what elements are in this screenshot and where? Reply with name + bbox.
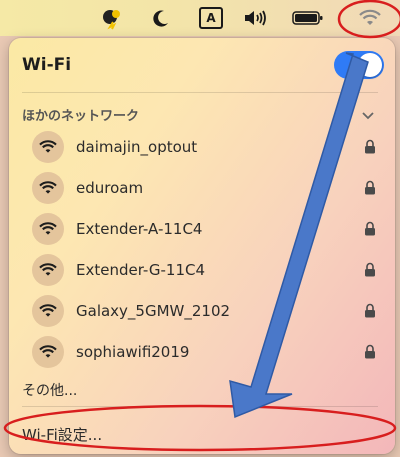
wifi-signal-icon [32,336,64,368]
wifi-signal-icon [32,254,64,286]
lock-icon [364,221,376,240]
input-source-icon[interactable]: A [198,6,224,30]
chevron-down-icon[interactable] [361,106,375,125]
wifi-icon[interactable] [356,6,384,30]
wifi-signal-icon [32,131,64,163]
section-title-other-networks: ほかのネットワーク [22,109,140,124]
wifi-settings-item[interactable]: Wi-Fi設定... [22,424,102,445]
network-item[interactable]: Extender-G-11C4 [16,253,386,287]
network-name: Extender-A-11C4 [76,220,203,238]
wifi-signal-icon [32,172,64,204]
moon-icon[interactable] [148,6,174,30]
network-name: sophiawifi2019 [76,343,190,361]
divider [22,92,378,93]
input-source-label: A [199,7,223,29]
network-item[interactable]: sophiawifi2019 [16,335,386,369]
lock-icon [364,262,376,281]
wifi-signal-icon [32,295,64,327]
network-item[interactable]: eduroam [16,171,386,205]
menu-bar: A [0,0,400,36]
network-name: daimajin_optout [76,138,198,156]
divider [22,406,378,407]
lock-icon [364,139,376,158]
toggle-knob [358,53,382,77]
network-name: Extender-G-11C4 [76,261,206,279]
panel-title: Wi-Fi [22,55,72,75]
network-item[interactable]: Extender-A-11C4 [16,212,386,246]
weather-icon[interactable] [98,6,126,30]
volume-icon[interactable] [242,6,272,30]
wifi-toggle[interactable] [334,51,384,79]
other-networks-item[interactable]: その他... [22,380,77,400]
network-item[interactable]: Galaxy_5GMW_2102 [16,294,386,328]
battery-icon[interactable] [290,6,326,30]
network-item[interactable]: daimajin_optout [16,130,386,164]
lock-icon [364,303,376,322]
network-name: Galaxy_5GMW_2102 [76,302,231,320]
lock-icon [364,180,376,199]
wifi-signal-icon [32,213,64,245]
lock-icon [364,344,376,363]
network-name: eduroam [76,179,144,197]
